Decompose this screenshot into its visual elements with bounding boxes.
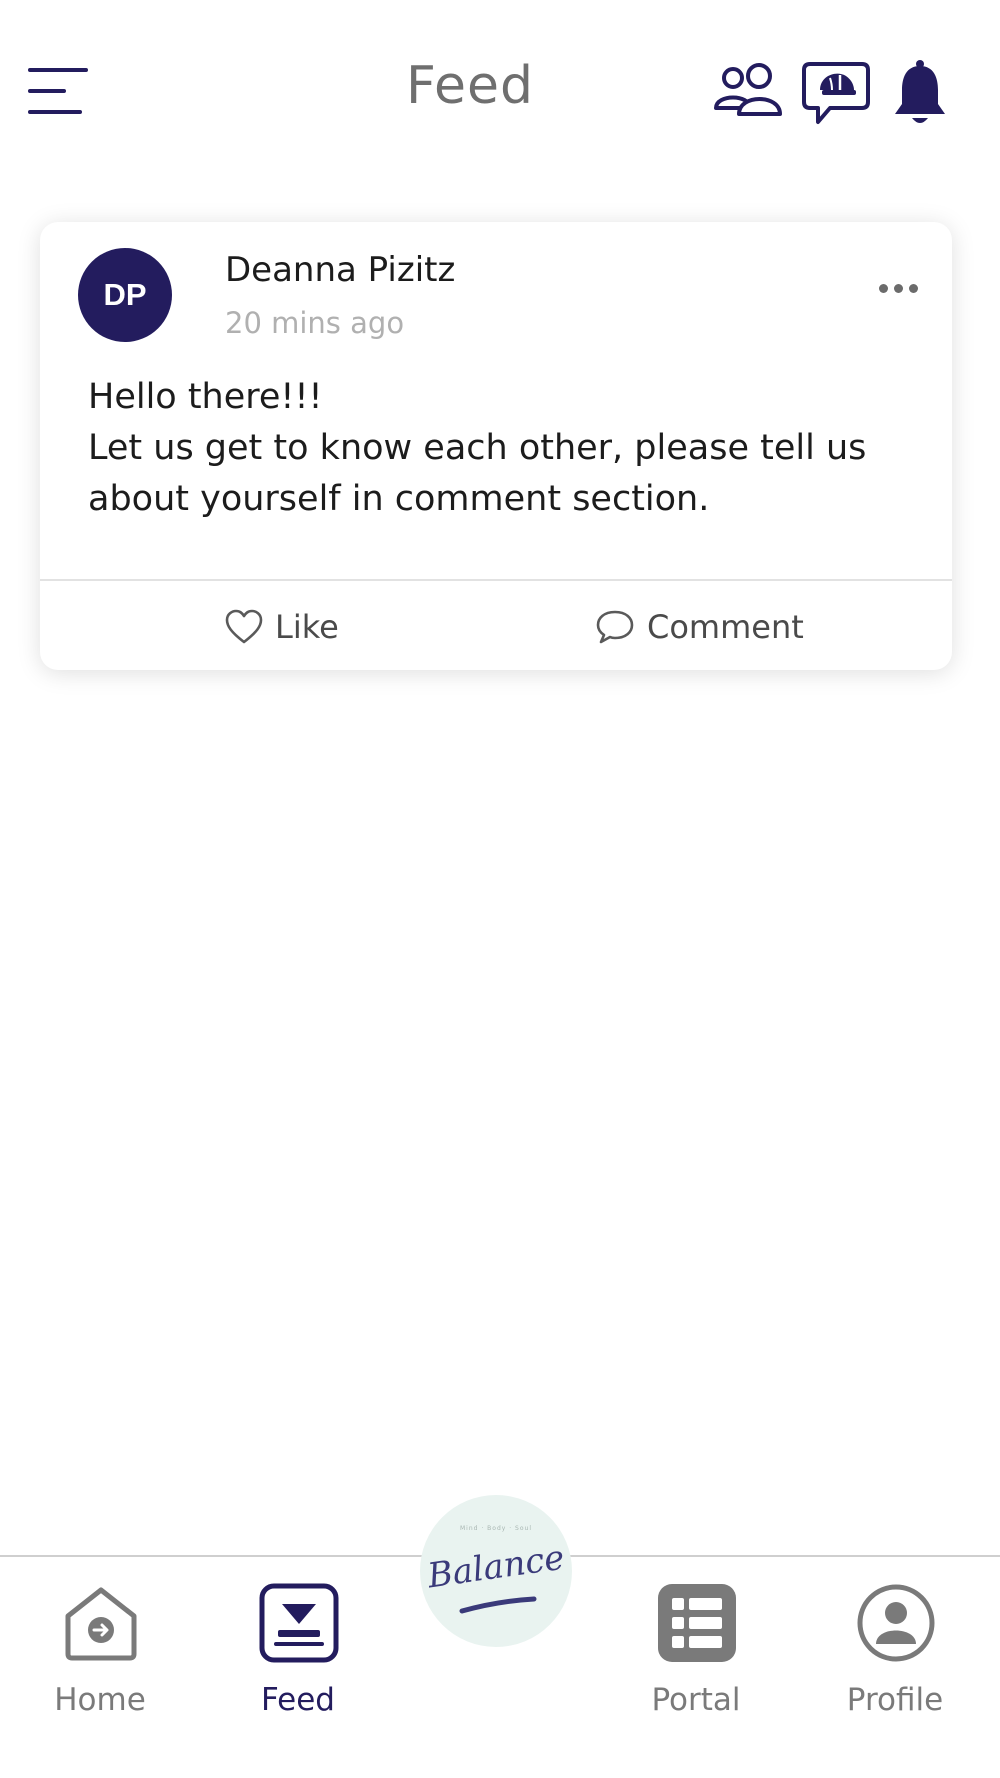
card-divider (40, 579, 952, 581)
post-body-line: Let us get to know each other, please te… (88, 428, 867, 519)
nav-portal-label: Portal (651, 1682, 741, 1718)
brush-stroke-icon (459, 1596, 537, 1614)
nav-home-label: Home (54, 1682, 146, 1718)
nav-profile-label: Profile (846, 1682, 944, 1718)
comment-label: Comment (647, 608, 804, 646)
more-dot (908, 283, 918, 293)
more-dots-icon (878, 283, 888, 293)
community-button[interactable] (712, 62, 784, 124)
comment-button[interactable]: Comment (595, 602, 804, 652)
nav-feed[interactable]: Feed (218, 1582, 378, 1762)
author-avatar[interactable]: DP (78, 248, 172, 342)
balance-logo-tagline: Mind · Body · Soul (460, 1525, 532, 1532)
nav-portal[interactable]: Portal (616, 1582, 776, 1762)
post-body: Hello there!!! Let us get to know each o… (88, 372, 918, 525)
nav-feed-label: Feed (261, 1682, 335, 1718)
menu-button[interactable] (22, 62, 94, 120)
more-dot (893, 283, 903, 293)
feed-icon (259, 1583, 339, 1663)
app-header: Feed (0, 0, 1000, 190)
community-people-icon (714, 63, 782, 116)
support-chat-button[interactable] (800, 58, 872, 130)
page-title: Feed (405, 56, 535, 116)
speech-bubble-icon (596, 610, 634, 644)
support-chat-icon (802, 62, 870, 124)
nav-profile[interactable]: Profile (815, 1582, 975, 1762)
like-button[interactable]: Like (225, 602, 339, 652)
post-body-line: Hello there!!! (88, 377, 323, 417)
like-label: Like (275, 608, 339, 646)
notifications-button[interactable] (890, 58, 950, 130)
heart-icon (225, 609, 263, 644)
post-options-button[interactable] (870, 266, 926, 310)
nav-home[interactable]: Home (20, 1582, 180, 1762)
portal-grid-icon (658, 1584, 736, 1662)
hamburger-menu-icon (28, 68, 88, 114)
profile-user-icon (857, 1584, 935, 1662)
post-card: DP Deanna Pizitz 20 mins ago Hello there… (40, 222, 952, 670)
home-icon (65, 1587, 137, 1661)
balance-center-button[interactable]: Mind · Body · Soul Balance (420, 1495, 572, 1647)
bell-icon (895, 60, 945, 123)
author-name[interactable]: Deanna Pizitz (225, 250, 455, 290)
post-timestamp: 20 mins ago (225, 306, 405, 340)
balance-logo-word: Balance (425, 1537, 567, 1597)
